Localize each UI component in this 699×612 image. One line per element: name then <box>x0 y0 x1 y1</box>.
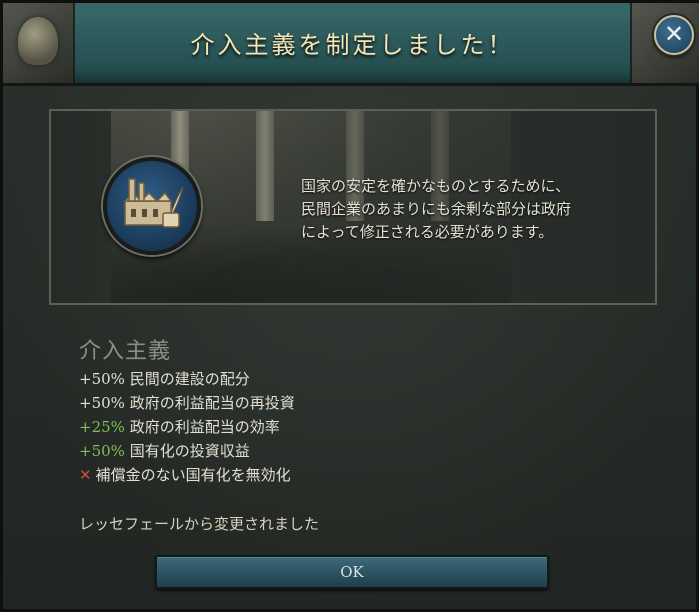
effect-row: +50% 政府の利益配当の再投資 <box>79 391 295 415</box>
event-illustration-panel: 国家の安定を確かなものとするために、 民間企業のあまりにも余剰な部分は政府 によ… <box>49 109 657 305</box>
effect-percent: +25% <box>79 418 125 436</box>
effects-list: +50% 民間の建設の配分 +50% 政府の利益配当の再投資 +25% 政府の利… <box>79 367 295 487</box>
cross-icon: ✕ <box>79 466 92 484</box>
effect-percent: +50% <box>79 394 125 412</box>
effect-percent: +50% <box>79 370 125 388</box>
effect-row: +25% 政府の利益配当の効率 <box>79 415 295 439</box>
ok-button[interactable]: OK <box>155 555 549 589</box>
ideology-name: 介入主義 <box>79 339 172 364</box>
factory-quill-icon-graphic <box>123 178 184 228</box>
effect-text: 民間の建設の配分 <box>129 370 250 388</box>
effect-row: +50% 民間の建設の配分 <box>79 367 295 391</box>
flavor-line: 民間企業のあまりにも余剰な部分は政府 <box>301 200 572 218</box>
dialog-window: 介入主義を制定しました！ ✕ 国家の安定を確かなものとするために、 民間企業のあ… <box>0 0 699 612</box>
effect-text: 補償金のない国有化を無効化 <box>95 466 291 484</box>
close-button[interactable]: ✕ <box>654 15 694 55</box>
flavor-text: 国家の安定を確かなものとするために、 民間企業のあまりにも余剰な部分は政府 によ… <box>301 175 641 244</box>
flavor-line: 国家の安定を確かなものとするために、 <box>301 177 571 195</box>
factory-quill-icon <box>103 157 201 255</box>
disabled-effect-row: ✕ 補償金のない国有化を無効化 <box>79 463 295 487</box>
change-note: レッセフェールから変更されました <box>79 515 320 533</box>
effect-text: 政府の利益配当の効率 <box>129 418 280 436</box>
dialog-title: 介入主義を制定しました！ <box>190 31 515 59</box>
effect-text: 政府の利益配当の再投資 <box>129 394 295 412</box>
effect-percent: +50% <box>79 442 125 460</box>
flavor-line: によって修正される必要があります。 <box>301 223 554 241</box>
effect-row: +50% 国有化の投資収益 <box>79 439 295 463</box>
effect-text: 国有化の投資収益 <box>129 442 250 460</box>
dialog-header: 介入主義を制定しました！ ✕ <box>3 3 699 86</box>
